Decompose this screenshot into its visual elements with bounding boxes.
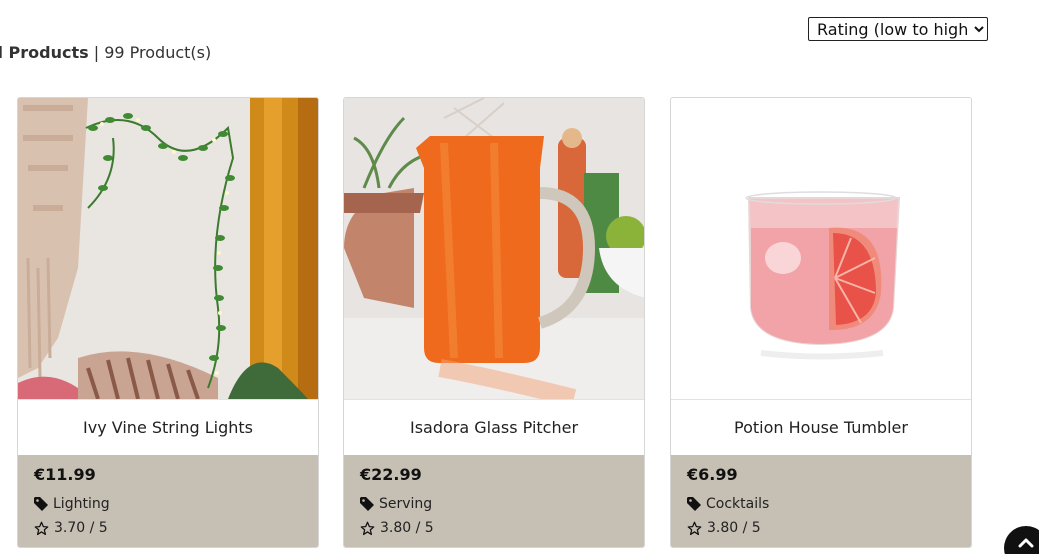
product-category: Serving [360, 492, 628, 516]
chevron-up-icon [1018, 538, 1034, 548]
product-image[interactable] [344, 98, 644, 399]
star-outline-icon [360, 521, 375, 535]
rating-value: 3.80 / 5 [707, 520, 761, 536]
category-label: Serving [379, 496, 433, 512]
heading-separator: | [88, 43, 105, 62]
product-rating: 3.80 / 5 [687, 516, 955, 540]
rating-value: 3.80 / 5 [380, 520, 434, 536]
category-label: Cocktails [706, 496, 770, 512]
product-card[interactable]: Ivy Vine String Lights €11.99 Lighting 3… [17, 97, 319, 548]
product-price: €11.99 [34, 465, 96, 484]
star-outline-icon [687, 521, 702, 535]
product-info: €22.99 Serving 3.80 / 5 [344, 455, 644, 547]
product-card[interactable]: Potion House Tumbler €6.99 Cocktails 3.8… [670, 97, 972, 548]
star-outline-icon [34, 521, 49, 535]
product-rating: 3.70 / 5 [34, 516, 302, 540]
product-rating: 3.80 / 5 [360, 516, 628, 540]
tag-icon [34, 497, 48, 511]
tag-icon [360, 497, 374, 511]
tag-icon [687, 497, 701, 511]
product-category: Cocktails [687, 492, 955, 516]
product-card[interactable]: Isadora Glass Pitcher €22.99 Serving 3.8… [343, 97, 645, 548]
scroll-to-top-button[interactable] [1004, 526, 1039, 554]
category-label: Lighting [53, 496, 110, 512]
page-heading: ll Products | 99 Product(s) [0, 43, 211, 62]
product-price: €22.99 [360, 465, 422, 484]
rating-value: 3.70 / 5 [54, 520, 108, 536]
product-image[interactable] [671, 98, 971, 399]
product-category: Lighting [34, 492, 302, 516]
product-name[interactable]: Ivy Vine String Lights [18, 399, 318, 455]
product-info: €6.99 Cocktails 3.80 / 5 [671, 455, 971, 547]
category-title: ll Products [0, 43, 89, 62]
sort-select[interactable]: Rating (low to high) [808, 17, 988, 41]
product-name[interactable]: Isadora Glass Pitcher [344, 399, 644, 455]
product-price: €6.99 [687, 465, 738, 484]
product-name[interactable]: Potion House Tumbler [671, 399, 971, 455]
product-image[interactable] [18, 98, 318, 399]
product-count: 99 Product(s) [104, 43, 212, 62]
product-info: €11.99 Lighting 3.70 / 5 [18, 455, 318, 547]
